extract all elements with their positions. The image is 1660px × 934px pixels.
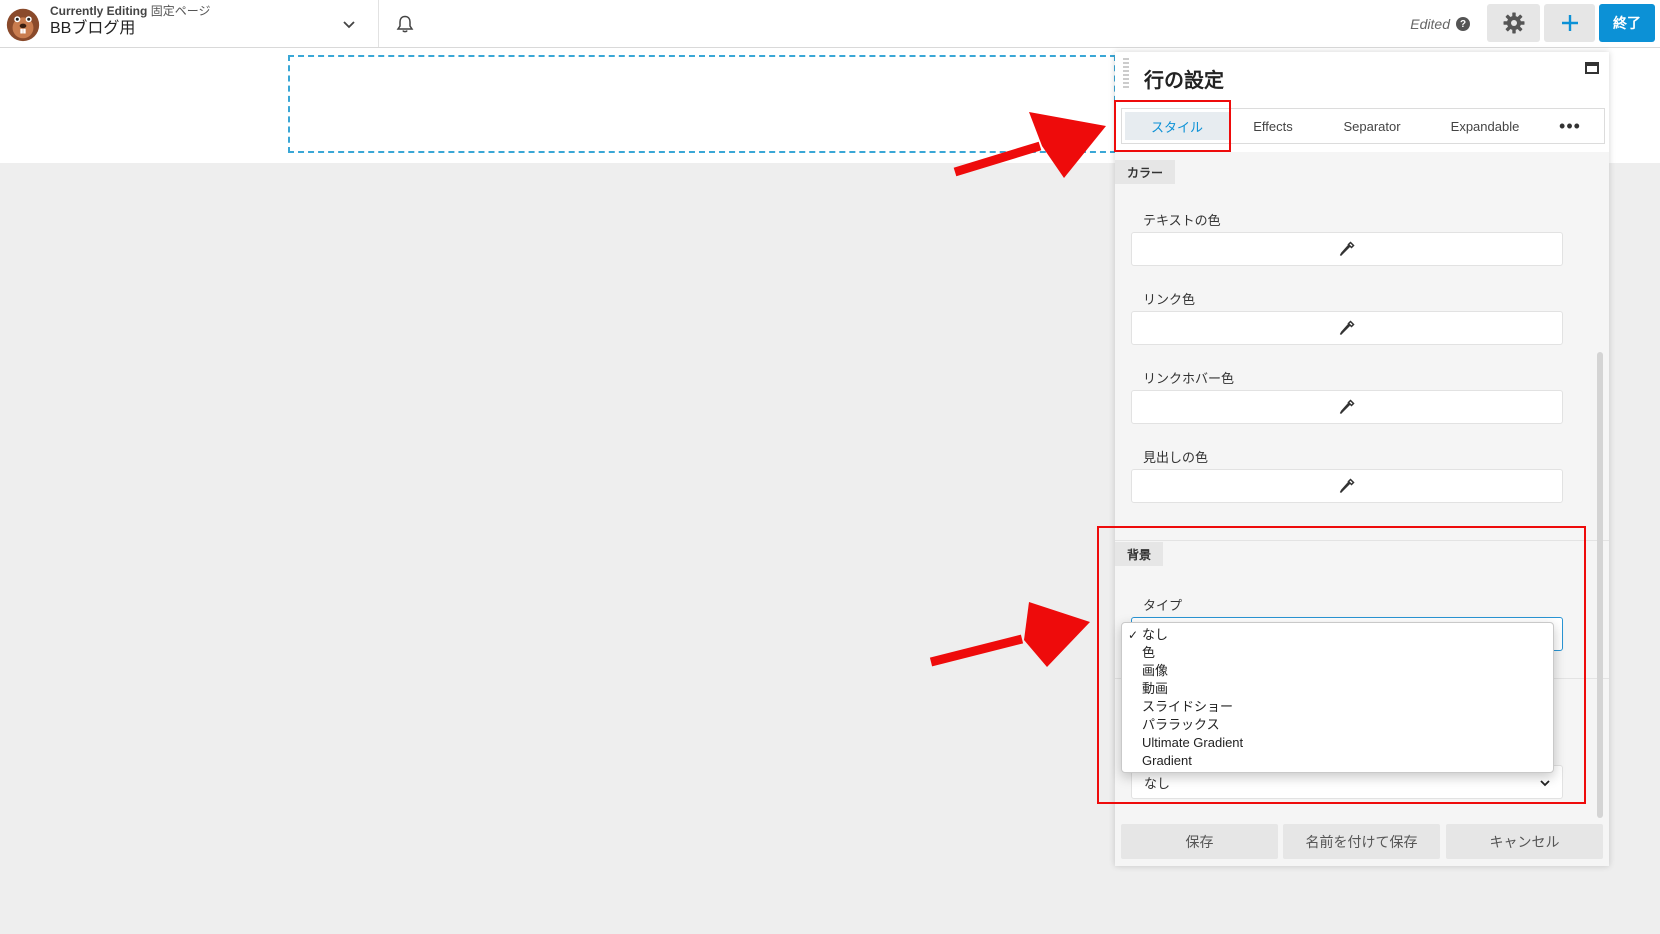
cancel-button[interactable]: キャンセル bbox=[1446, 824, 1603, 859]
link-hover-color-picker[interactable] bbox=[1131, 390, 1563, 424]
panel-scrollbar[interactable] bbox=[1597, 352, 1603, 818]
text-color-picker[interactable] bbox=[1131, 232, 1563, 266]
edit-status: Edited ? bbox=[1410, 16, 1470, 32]
builder-topbar: Currently Editing 固定ページ BBブログ用 Edited ? bbox=[0, 0, 1660, 48]
maximize-icon[interactable] bbox=[1585, 62, 1599, 74]
add-content-button[interactable] bbox=[1544, 4, 1595, 42]
bell-icon[interactable] bbox=[395, 14, 415, 34]
currently-editing-line: Currently Editing 固定ページ bbox=[50, 5, 210, 17]
tab-effects[interactable]: Effects bbox=[1232, 109, 1314, 143]
done-button[interactable]: 終了 bbox=[1599, 4, 1655, 42]
style-tab-highlight bbox=[1114, 100, 1231, 152]
edited-label: Edited bbox=[1410, 16, 1450, 32]
eyedropper-icon bbox=[1339, 320, 1355, 336]
eyedropper-icon bbox=[1339, 478, 1355, 494]
page-title: BBブログ用 bbox=[50, 20, 136, 37]
help-icon[interactable]: ? bbox=[1456, 17, 1470, 31]
plus-icon bbox=[1561, 15, 1578, 31]
save-as-button[interactable]: 名前を付けて保存 bbox=[1283, 824, 1440, 859]
drag-handle-icon[interactable] bbox=[1123, 58, 1129, 88]
panel-title: 行の設定 bbox=[1144, 70, 1224, 92]
heading-color-picker[interactable] bbox=[1131, 469, 1563, 503]
currently-editing-label: Currently Editing bbox=[50, 4, 148, 18]
background-section-highlight bbox=[1097, 526, 1586, 804]
heading-color-label: 見出しの色 bbox=[1143, 450, 1209, 465]
eyedropper-icon bbox=[1339, 241, 1355, 257]
tab-expandable[interactable]: Expandable bbox=[1430, 109, 1540, 143]
more-tabs-icon[interactable]: ••• bbox=[1540, 109, 1600, 143]
beaver-logo-icon bbox=[6, 8, 40, 42]
settings-button[interactable] bbox=[1487, 4, 1540, 42]
link-hover-color-label: リンクホバー色 bbox=[1143, 371, 1235, 386]
save-button[interactable]: 保存 bbox=[1121, 824, 1278, 859]
row-outline[interactable] bbox=[288, 55, 1116, 153]
panel-footer: 保存 名前を付けて保存 キャンセル bbox=[1115, 818, 1609, 866]
text-color-label: テキストの色 bbox=[1143, 213, 1221, 228]
color-section-label: カラー bbox=[1115, 160, 1176, 184]
eyedropper-icon bbox=[1339, 399, 1355, 415]
arrow-to-background-dropdown bbox=[929, 602, 1090, 667]
link-color-picker[interactable] bbox=[1131, 311, 1563, 345]
editing-info[interactable]: Currently Editing 固定ページ BBブログ用 bbox=[50, 5, 210, 37]
page-type: 固定ページ bbox=[150, 4, 211, 18]
tab-separator[interactable]: Separator bbox=[1314, 109, 1430, 143]
chevron-down-icon[interactable] bbox=[341, 16, 357, 32]
gear-icon bbox=[1503, 12, 1524, 34]
link-color-label: リンク色 bbox=[1143, 292, 1196, 307]
topbar-divider bbox=[378, 0, 379, 47]
